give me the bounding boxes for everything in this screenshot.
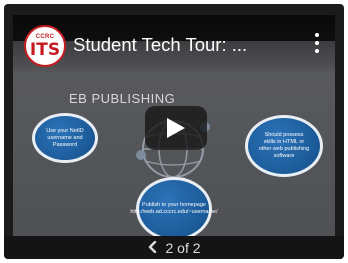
chevron-left-icon[interactable] bbox=[147, 240, 157, 255]
logo-main-text: ITS bbox=[29, 40, 61, 60]
video-title[interactable]: Student Tech Tour: ... bbox=[73, 34, 247, 56]
slide-bubble-skills: Should possess skills in HTML or other w… bbox=[245, 115, 323, 177]
slide-bubble-publish: Publish to your homepage http://web.ad.c… bbox=[130, 177, 218, 241]
play-icon bbox=[167, 118, 185, 138]
slide-heading: EB PUBLISHING bbox=[69, 91, 176, 106]
video-carousel: EB PUBLISHING Use your NetID username an… bbox=[4, 4, 344, 259]
video-title-bar: CCRC ITS Student Tech Tour: ... bbox=[13, 15, 335, 75]
channel-logo[interactable]: CCRC ITS bbox=[24, 25, 66, 67]
play-button[interactable] bbox=[145, 106, 207, 150]
video-player[interactable]: EB PUBLISHING Use your NetID username an… bbox=[13, 15, 335, 243]
slide-bubble-login: Use your NetID username and Password bbox=[32, 113, 98, 163]
carousel-pager: 2 of 2 bbox=[4, 236, 344, 259]
pager-count: 2 of 2 bbox=[165, 239, 201, 256]
more-vert-icon[interactable] bbox=[309, 31, 325, 55]
